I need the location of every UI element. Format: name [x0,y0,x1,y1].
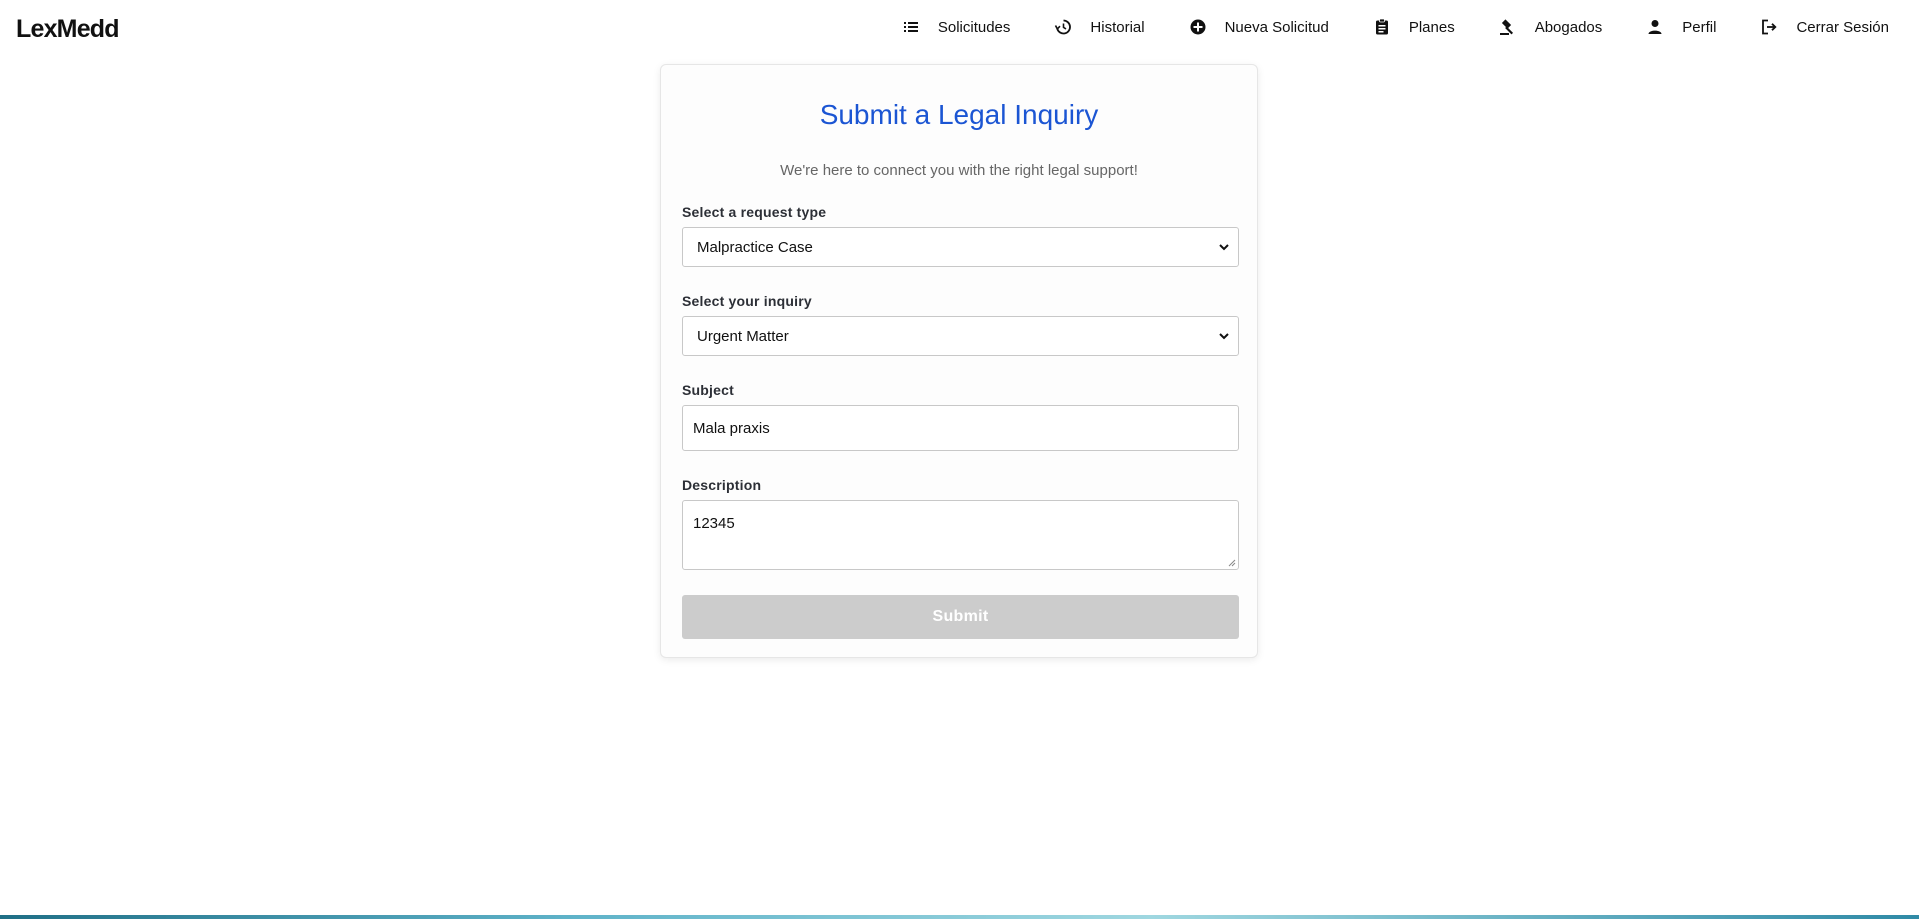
nav-label: Planes [1408,18,1455,36]
resize-handle-icon[interactable] [1226,557,1236,567]
form-title: Submit a Legal Inquiry [819,99,1099,130]
subject-value: Mala praxis [693,419,770,437]
history-icon [1054,18,1072,36]
description-textarea[interactable]: 12345 [682,500,1239,570]
request-type-select[interactable]: Malpractice Case [682,227,1239,267]
submit-button[interactable]: Submit [682,595,1239,639]
inquiry-label: Select your inquiry [682,293,812,309]
add-circle-icon [1189,18,1207,36]
nav-item-cerrar-sesion[interactable]: Cerrar Sesión [1760,18,1889,36]
top-navbar: LexMedd Solicitudes Historial Nueva Soli… [0,0,1919,60]
person-icon [1646,18,1664,36]
chevron-down-icon [1219,333,1229,340]
nav-label: Historial [1090,18,1145,36]
form-subtitle: We're here to connect you with the right… [780,162,1138,179]
gavel-icon [1499,18,1517,36]
description-label: Description [682,477,762,493]
main-nav: Solicitudes Historial Nueva Solicitud Pl… [858,18,1889,36]
nav-label: Cerrar Sesión [1796,18,1889,36]
inquiry-form-card: Submit a Legal Inquiry We're here to con… [660,64,1258,658]
logout-icon [1760,18,1778,36]
request-type-label: Select a request type [682,204,827,220]
list-icon [902,18,920,36]
clipboard-icon [1373,18,1391,36]
nav-label: Perfil [1682,18,1717,36]
inquiry-value: Urgent Matter [697,327,789,345]
nav-item-abogados[interactable]: Abogados [1499,18,1603,36]
nav-item-solicitudes[interactable]: Solicitudes [902,18,1011,36]
nav-item-perfil[interactable]: Perfil [1646,18,1716,36]
description-value: 12345 [693,515,735,532]
brand-logo[interactable]: LexMedd [16,15,120,44]
subject-label: Subject [682,382,734,398]
nav-label: Nueva Solicitud [1224,18,1329,36]
subject-input[interactable]: Mala praxis [682,405,1239,451]
nav-item-planes[interactable]: Planes [1373,18,1455,36]
inquiry-select[interactable]: Urgent Matter [682,316,1239,356]
nav-item-historial[interactable]: Historial [1054,18,1145,36]
nav-label: Abogados [1534,18,1603,36]
nav-label: Solicitudes [937,18,1011,36]
bottom-decorative-strip [0,915,1919,919]
nav-item-nueva-solicitud[interactable]: Nueva Solicitud [1189,18,1329,36]
request-type-value: Malpractice Case [697,238,813,256]
chevron-down-icon [1219,244,1229,251]
